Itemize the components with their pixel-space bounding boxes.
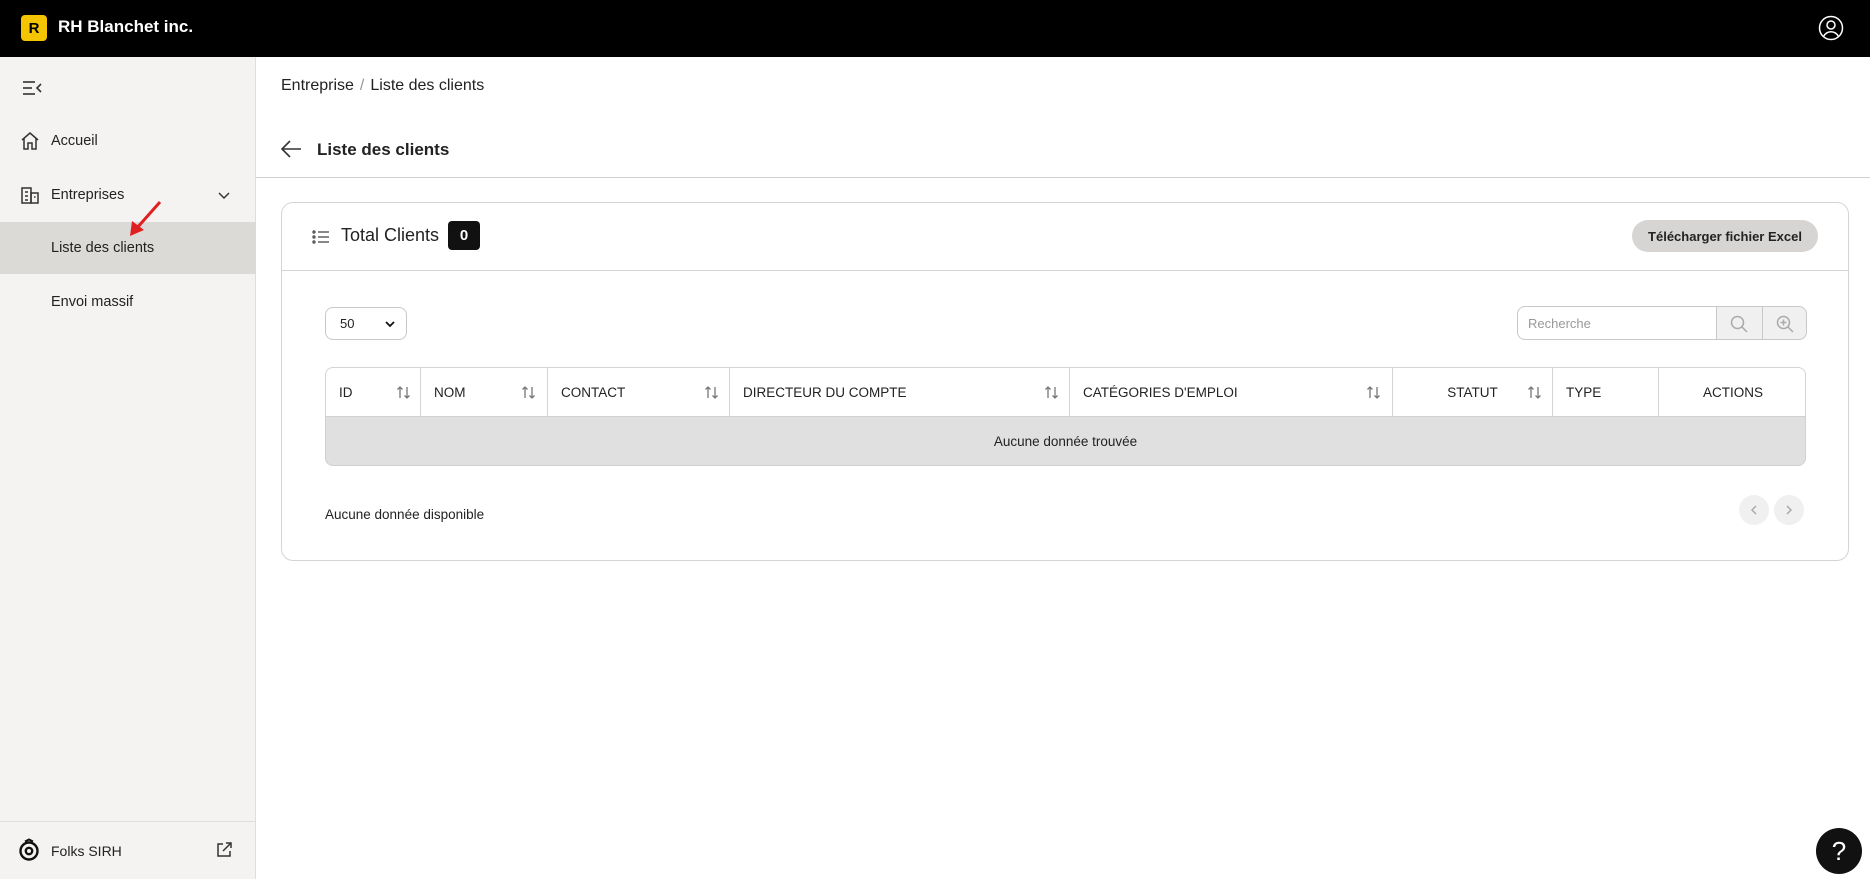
chevron-left-icon xyxy=(1750,505,1757,515)
column-id[interactable]: ID xyxy=(326,368,421,417)
clients-table: ID NOM CONTACT DIRECTEUR DU COMPTE CATÉG… xyxy=(325,367,1806,467)
column-categories-emploi[interactable]: CATÉGORIES D'EMPLOI xyxy=(1070,368,1393,417)
building-icon xyxy=(21,187,39,204)
column-type[interactable]: TYPE xyxy=(1553,368,1659,417)
sidebar-item-label: Entreprises xyxy=(51,187,125,203)
folks-logo-icon xyxy=(19,838,39,861)
chevron-down-icon xyxy=(385,321,395,328)
sidebar-item-label: Liste des clients xyxy=(51,240,155,256)
sort-icon xyxy=(522,386,535,399)
annotation-arrow-icon xyxy=(130,201,162,236)
column-label: TYPE xyxy=(1566,385,1602,400)
download-excel-button[interactable]: Télécharger fichier Excel xyxy=(1632,220,1818,252)
column-label: ID xyxy=(339,385,353,400)
sidebar-item-envoi-massif[interactable]: Envoi massif xyxy=(0,276,256,328)
column-actions: ACTIONS xyxy=(1659,368,1807,417)
page-size-select[interactable]: 50 xyxy=(325,307,407,340)
sidebar-item-accueil[interactable]: Accueil xyxy=(0,115,256,167)
sidebar-footer[interactable]: Folks SIRH xyxy=(0,821,256,879)
pagination-info: Aucune donnée disponible xyxy=(325,507,485,522)
back-arrow-icon[interactable] xyxy=(280,139,302,159)
page-size-value: 50 xyxy=(340,316,355,331)
search-icon xyxy=(1730,315,1748,333)
chevron-down-icon xyxy=(218,192,230,200)
previous-page-button[interactable] xyxy=(1739,495,1769,525)
column-label: CONTACT xyxy=(561,385,626,400)
list-icon xyxy=(312,230,329,244)
column-nom[interactable]: NOM xyxy=(421,368,548,417)
page-header: Liste des clients xyxy=(256,120,1870,178)
breadcrumb-current: Liste des clients xyxy=(370,77,485,94)
search-group: Recherche xyxy=(1517,306,1807,340)
collapse-menu-icon[interactable] xyxy=(22,79,42,97)
breadcrumb: Entreprise / Liste des clients xyxy=(281,77,484,95)
folks-sirh-link: Folks SIRH xyxy=(51,843,122,859)
breadcrumb-parent[interactable]: Entreprise xyxy=(281,77,354,94)
sidebar: Accueil Entreprises Liste des clients En… xyxy=(0,57,256,879)
sort-icon xyxy=(1367,386,1380,399)
column-label: ACTIONS xyxy=(1702,385,1763,400)
chevron-right-icon xyxy=(1786,505,1793,515)
sort-icon xyxy=(1045,386,1058,399)
breadcrumb-separator: / xyxy=(359,77,365,94)
clients-card: Total Clients 0 Télécharger fichier Exce… xyxy=(281,202,1849,561)
top-bar: R RH Blanchet inc. xyxy=(0,0,1870,57)
company-name: RH Blanchet inc. xyxy=(58,17,194,36)
column-statut[interactable]: STATUT xyxy=(1393,368,1553,417)
user-account-icon[interactable] xyxy=(1818,15,1844,41)
sort-icon xyxy=(397,386,410,399)
page-title: Liste des clients xyxy=(317,140,450,159)
search-input[interactable]: Recherche xyxy=(1517,306,1717,340)
sort-icon xyxy=(705,386,718,399)
total-clients-label: Total Clients xyxy=(341,225,440,245)
company-logo: R xyxy=(21,15,47,41)
card-header: Total Clients 0 Télécharger fichier Exce… xyxy=(282,203,1848,271)
sidebar-item-label: Accueil xyxy=(51,133,98,149)
column-label: DIRECTEUR DU COMPTE xyxy=(743,385,907,400)
column-label: CATÉGORIES D'EMPLOI xyxy=(1083,385,1238,400)
zoom-in-icon xyxy=(1776,315,1794,333)
external-link-icon[interactable] xyxy=(215,841,233,859)
advanced-search-button[interactable] xyxy=(1762,306,1807,340)
sort-icon xyxy=(1528,386,1541,399)
column-directeur-du-compte[interactable]: DIRECTEUR DU COMPTE xyxy=(730,368,1070,417)
home-icon xyxy=(21,132,39,150)
next-page-button[interactable] xyxy=(1774,495,1804,525)
sidebar-item-label: Envoi massif xyxy=(51,294,134,310)
search-button[interactable] xyxy=(1716,306,1763,340)
help-button[interactable]: ? xyxy=(1816,828,1862,874)
column-contact[interactable]: CONTACT xyxy=(548,368,730,417)
empty-table-row: Aucune donnée trouvée xyxy=(325,416,1806,466)
column-label: NOM xyxy=(434,385,466,400)
total-clients-count: 0 xyxy=(448,221,480,250)
table-header: ID NOM CONTACT DIRECTEUR DU COMPTE CATÉG… xyxy=(325,367,1807,417)
